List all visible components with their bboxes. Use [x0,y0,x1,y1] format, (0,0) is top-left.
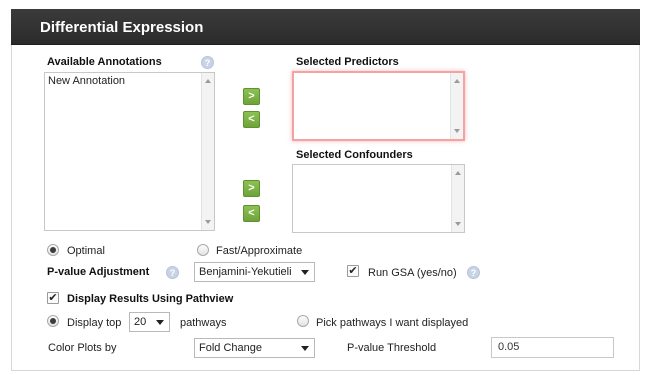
pick-pathways-label: Pick pathways I want displayed [316,317,469,329]
pvalue-adjustment-help-icon[interactable]: ? [166,266,179,279]
remove-confounder-button[interactable]: < [243,205,260,222]
optimal-label: Optimal [67,245,105,257]
annotations-help-icon[interactable]: ? [201,56,214,69]
confounders-scrollbar[interactable] [451,165,464,232]
optimal-radio[interactable] [47,244,59,256]
fast-approximate-label: Fast/Approximate [216,245,303,257]
available-annotations-label: Available Annotations [47,56,162,68]
add-confounder-button[interactable]: > [243,180,260,197]
scroll-down-arrow-icon[interactable] [454,129,460,133]
chevron-down-icon [301,270,309,275]
annotations-scrollbar[interactable] [201,73,214,230]
run-gsa-help-icon[interactable]: ? [467,266,480,279]
display-top-label: Display top [67,317,122,329]
color-plots-select[interactable]: Fold Change [194,338,315,358]
top-pathways-count-select[interactable]: 20 [129,312,170,332]
chevron-down-icon [301,346,309,351]
panel-title: Differential Expression [40,19,204,36]
color-plots-label: Color Plots by [48,342,117,354]
add-predictor-button[interactable]: > [243,88,260,105]
pvalue-adjustment-value: Benjamini-Yekutieli [199,266,292,278]
scroll-down-arrow-icon[interactable] [205,220,211,224]
selected-confounders-label: Selected Confounders [296,149,413,161]
chevron-down-icon [156,320,164,325]
pvalue-threshold-input[interactable]: 0.05 [491,337,614,358]
pvalue-adjustment-select[interactable]: Benjamini-Yekutieli [194,262,315,282]
pick-pathways-radio[interactable] [297,315,309,327]
pvalue-adjustment-label: P-value Adjustment [47,266,150,278]
predictors-scrollbar[interactable] [450,73,463,139]
run-gsa-label: Run GSA (yes/no) [368,267,457,279]
panel-header: Differential Expression [11,9,640,45]
pvalue-threshold-label: P-value Threshold [347,342,437,354]
available-annotations-list[interactable]: New Annotation [44,72,215,231]
scroll-up-arrow-icon[interactable] [454,79,460,83]
scroll-down-arrow-icon[interactable] [455,222,461,226]
scroll-up-arrow-icon[interactable] [455,171,461,175]
annotation-item-new[interactable]: New Annotation [48,75,125,87]
selected-predictors-list[interactable] [292,71,465,141]
remove-predictor-button[interactable]: < [243,111,260,128]
color-plots-value: Fold Change [199,342,262,354]
display-pathview-checkbox[interactable]: ✔ [47,292,59,304]
scroll-up-arrow-icon[interactable] [205,79,211,83]
run-gsa-checkbox[interactable]: ✔ [347,265,359,277]
top-pathways-count-value: 20 [134,316,147,328]
display-top-radio[interactable] [47,315,59,327]
pathways-suffix-label: pathways [180,317,227,329]
selected-confounders-list[interactable] [292,164,465,233]
display-pathview-label: Display Results Using Pathview [67,293,234,305]
fast-approximate-radio[interactable] [197,244,209,256]
selected-predictors-label: Selected Predictors [296,56,399,68]
